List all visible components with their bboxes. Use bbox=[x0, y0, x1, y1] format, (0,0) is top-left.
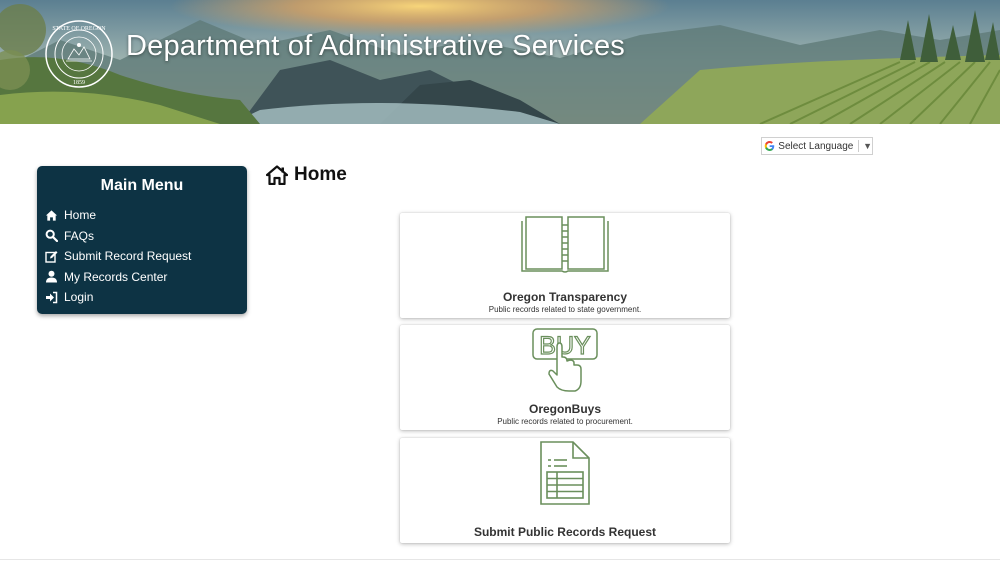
main-menu-list: Home FAQs Submit Record Request My Recor… bbox=[45, 205, 191, 308]
home-icon bbox=[45, 209, 58, 222]
language-label: Select Language bbox=[778, 140, 854, 152]
user-icon bbox=[45, 270, 58, 283]
language-selector[interactable]: Select Language ▼ bbox=[761, 137, 873, 155]
edit-icon bbox=[45, 250, 58, 263]
home-icon bbox=[266, 165, 288, 185]
card-title: Oregon Transparency bbox=[502, 290, 628, 304]
menu-item-label: My Records Center bbox=[64, 269, 168, 284]
menu-item-label: Login bbox=[64, 290, 94, 305]
page-title: Home bbox=[266, 164, 347, 186]
main-menu: Main Menu Home FAQs Submit Record Reques… bbox=[37, 166, 247, 314]
search-icon bbox=[45, 229, 58, 243]
menu-item-faqs[interactable]: FAQs bbox=[45, 226, 191, 247]
language-divider bbox=[858, 140, 860, 152]
document-form-icon bbox=[400, 440, 730, 506]
google-icon bbox=[764, 141, 775, 151]
sign-in-icon bbox=[45, 291, 58, 304]
card-description: Public records related to procurement. bbox=[497, 417, 633, 426]
card-title: Submit Public Records Request bbox=[473, 525, 657, 539]
card-title: OregonBuys bbox=[528, 402, 601, 416]
page-title-text: Home bbox=[294, 164, 347, 185]
card-oregonbuys[interactable]: BUY OregonBuys Public records related to… bbox=[400, 325, 730, 430]
menu-item-submit-record-request[interactable]: Submit Record Request bbox=[45, 246, 191, 267]
oregon-seal-icon: STATE OF OREGON 1859 bbox=[45, 20, 113, 88]
menu-item-home[interactable]: Home bbox=[45, 205, 191, 226]
card-description: Public records related to state governme… bbox=[488, 305, 642, 314]
card-submit-public-records-request[interactable]: Submit Public Records Request bbox=[400, 438, 730, 543]
menu-item-label: Home bbox=[64, 208, 97, 223]
open-book-icon bbox=[400, 215, 730, 275]
svg-text:BUY: BUY bbox=[539, 332, 591, 360]
site-title: Department of Administrative Services bbox=[126, 30, 625, 62]
menu-item-my-records-center[interactable]: My Records Center bbox=[45, 267, 191, 288]
svg-text:1859: 1859 bbox=[73, 80, 85, 86]
menu-item-label: FAQs bbox=[64, 228, 95, 243]
menu-item-login[interactable]: Login bbox=[45, 287, 191, 308]
menu-item-label: Submit Record Request bbox=[64, 249, 192, 264]
chevron-down-icon[interactable]: ▼ bbox=[863, 141, 872, 151]
card-oregon-transparency[interactable]: Oregon Transparency Public records relat… bbox=[400, 213, 730, 318]
main-menu-title: Main Menu bbox=[100, 177, 184, 194]
footer-divider bbox=[0, 559, 1000, 560]
buy-button-icon: BUY bbox=[400, 327, 730, 393]
site-banner: STATE OF OREGON 1859 Department of Admin… bbox=[0, 0, 1000, 124]
svg-text:STATE OF OREGON: STATE OF OREGON bbox=[52, 26, 106, 32]
